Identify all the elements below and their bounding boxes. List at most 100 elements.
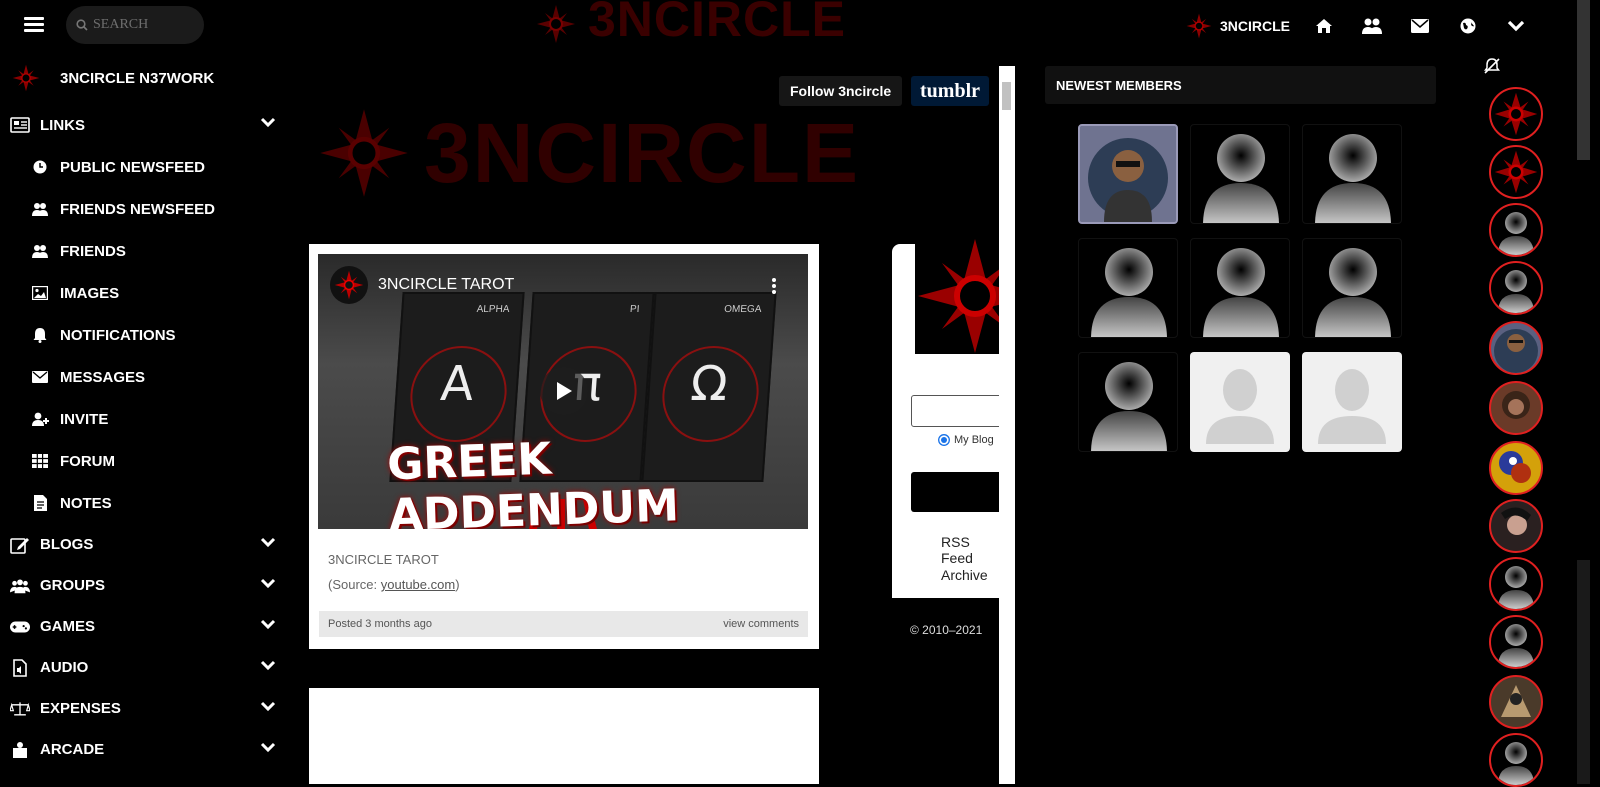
- member-avatar[interactable]: [1302, 124, 1402, 224]
- archive-link[interactable]: Archive: [941, 567, 988, 583]
- online-user-avatar[interactable]: [1489, 381, 1543, 435]
- member-avatar[interactable]: [1078, 352, 1178, 452]
- chevron-down-icon[interactable]: [260, 659, 276, 671]
- online-user-avatar[interactable]: [1489, 675, 1543, 729]
- blog-banner[interactable]: 3NCIRCLE: [318, 105, 898, 201]
- image-icon: [30, 283, 50, 303]
- banner-brand-text: 3NCIRCLE: [424, 105, 861, 200]
- messages-icon[interactable]: [1406, 12, 1434, 40]
- post-source: (Source: youtube.com): [328, 577, 460, 592]
- online-user-avatar[interactable]: [1489, 615, 1543, 669]
- sidebar-item-blogs[interactable]: BLOGS: [0, 524, 292, 565]
- page-scrollbar[interactable]: [1568, 0, 1600, 784]
- user-photo: [1501, 685, 1531, 717]
- scrollbar-thumb[interactable]: [1002, 82, 1011, 110]
- silhouette-avatar-icon: [1318, 369, 1386, 444]
- menu-icon[interactable]: [22, 14, 46, 36]
- online-user-avatar[interactable]: [1489, 499, 1543, 553]
- chevron-down-icon[interactable]: [260, 618, 276, 630]
- copyright: © 2010–2021: [910, 623, 983, 637]
- sidebar-item-expenses[interactable]: EXPENSES: [0, 688, 292, 729]
- sidebar-item-games[interactable]: GAMES: [0, 606, 292, 647]
- online-user-avatar[interactable]: [1489, 557, 1543, 611]
- default-avatar-icon: [1315, 134, 1391, 223]
- radio-checked-icon: [938, 434, 950, 446]
- channel-avatar[interactable]: [330, 266, 368, 304]
- online-user-avatar[interactable]: [1489, 733, 1543, 787]
- follow-button[interactable]: Follow 3ncircle: [779, 76, 903, 106]
- video-title[interactable]: 3NCIRCLE TAROT: [378, 276, 514, 294]
- network-header[interactable]: 3NCIRCLE N37WORK: [0, 52, 292, 104]
- blog-search-input[interactable]: [911, 395, 1011, 427]
- sidebar-item-audio[interactable]: AUDIO: [0, 647, 292, 688]
- more-vertical-icon[interactable]: [772, 278, 776, 296]
- star-logo-icon: [320, 109, 408, 197]
- sidebar-item-groups[interactable]: GROUPS: [0, 565, 292, 606]
- blog-avatar[interactable]: [915, 239, 1032, 354]
- sidebar-item-label: IMAGES: [60, 284, 120, 302]
- member-avatar[interactable]: [1190, 352, 1290, 452]
- chevron-down-icon[interactable]: [260, 116, 276, 128]
- sidebar-item-forum[interactable]: FORUM: [0, 440, 292, 482]
- play-button[interactable]: [540, 367, 588, 415]
- card-label: OMEGA: [723, 304, 762, 315]
- my-blog-radio[interactable]: My Blog: [938, 434, 994, 446]
- online-user-avatar[interactable]: [1489, 145, 1543, 199]
- card-label: ALPHA: [476, 304, 510, 315]
- scrollbar-thumb[interactable]: [1577, 0, 1590, 160]
- view-comments-link[interactable]: view comments: [723, 618, 799, 630]
- blog-search-button[interactable]: [911, 472, 1011, 512]
- chevron-down-icon[interactable]: [260, 700, 276, 712]
- radio-label: My Blog: [954, 434, 994, 446]
- member-avatar[interactable]: [1078, 238, 1178, 338]
- user-logo-icon[interactable]: [1186, 13, 1212, 39]
- iframe-scrollbar[interactable]: [999, 66, 1015, 784]
- online-user-avatar[interactable]: [1489, 261, 1543, 315]
- search-box[interactable]: [66, 6, 204, 44]
- chevron-down-icon[interactable]: [260, 536, 276, 548]
- notifications-off-icon[interactable]: [1483, 57, 1503, 77]
- default-avatar-icon: [1498, 212, 1534, 255]
- rss-feed-link[interactable]: RSS Feed: [941, 534, 999, 566]
- username-link[interactable]: 3NCIRCLE: [1220, 18, 1290, 34]
- member-avatar[interactable]: [1078, 124, 1178, 224]
- newest-members-title: NEWEST MEMBERS: [1045, 66, 1436, 104]
- chevron-down-icon[interactable]: [260, 577, 276, 589]
- member-avatar[interactable]: [1302, 352, 1402, 452]
- home-icon[interactable]: [1310, 12, 1338, 40]
- sidebar-item-friends[interactable]: FRIENDS: [0, 230, 292, 272]
- tumblr-button[interactable]: tumblr: [911, 76, 989, 106]
- posted-time[interactable]: Posted 3 months ago: [328, 618, 432, 630]
- sidebar-item-label: NOTIFICATIONS: [60, 326, 176, 344]
- sidebar-item-notes[interactable]: NOTES: [0, 482, 292, 524]
- search-input[interactable]: [93, 17, 193, 33]
- online-user-avatar[interactable]: [1489, 321, 1543, 375]
- sidebar-item-messages[interactable]: MESSAGES: [0, 356, 292, 398]
- member-avatar[interactable]: [1190, 238, 1290, 338]
- default-avatar-icon: [1498, 624, 1534, 667]
- video-embed[interactable]: ALPHA A PI π OMEGA Ω 3NCIRCLE TAROT GREE…: [318, 254, 808, 529]
- sidebar-item-friends-newsfeed[interactable]: FRIENDS NEWSFEED: [0, 188, 292, 230]
- chevron-down-icon[interactable]: [260, 741, 276, 753]
- sidebar-item-arcade[interactable]: ARCADE: [0, 729, 292, 770]
- sidebar-links[interactable]: LINKS: [0, 104, 292, 146]
- sidebar-item-public-newsfeed[interactable]: PUBLIC NEWSFEED: [0, 146, 292, 188]
- sidebar-item-notifications[interactable]: NOTIFICATIONS: [0, 314, 292, 356]
- top-bar: 3NCIRCLE 3NCIRCLE: [0, 0, 1568, 52]
- online-user-avatar[interactable]: [1489, 203, 1543, 257]
- online-user-avatar[interactable]: [1489, 87, 1543, 141]
- chevron-down-icon[interactable]: [1502, 12, 1530, 40]
- header-logo[interactable]: 3NCIRCLE: [536, 0, 876, 48]
- friends-icon[interactable]: [1358, 12, 1386, 40]
- source-link[interactable]: youtube.com: [381, 577, 455, 592]
- blog-post-next: [309, 688, 819, 784]
- sidebar-item-invite[interactable]: INVITE: [0, 398, 292, 440]
- member-photo: [1080, 126, 1176, 222]
- sidebar-item-images[interactable]: IMAGES: [0, 272, 292, 314]
- member-avatar[interactable]: [1302, 238, 1402, 338]
- globe-icon[interactable]: [1454, 12, 1482, 40]
- default-avatar-icon: [1315, 248, 1391, 337]
- member-avatar[interactable]: [1190, 124, 1290, 224]
- silhouette-avatar-icon: [1206, 369, 1274, 444]
- online-user-avatar[interactable]: [1489, 441, 1543, 495]
